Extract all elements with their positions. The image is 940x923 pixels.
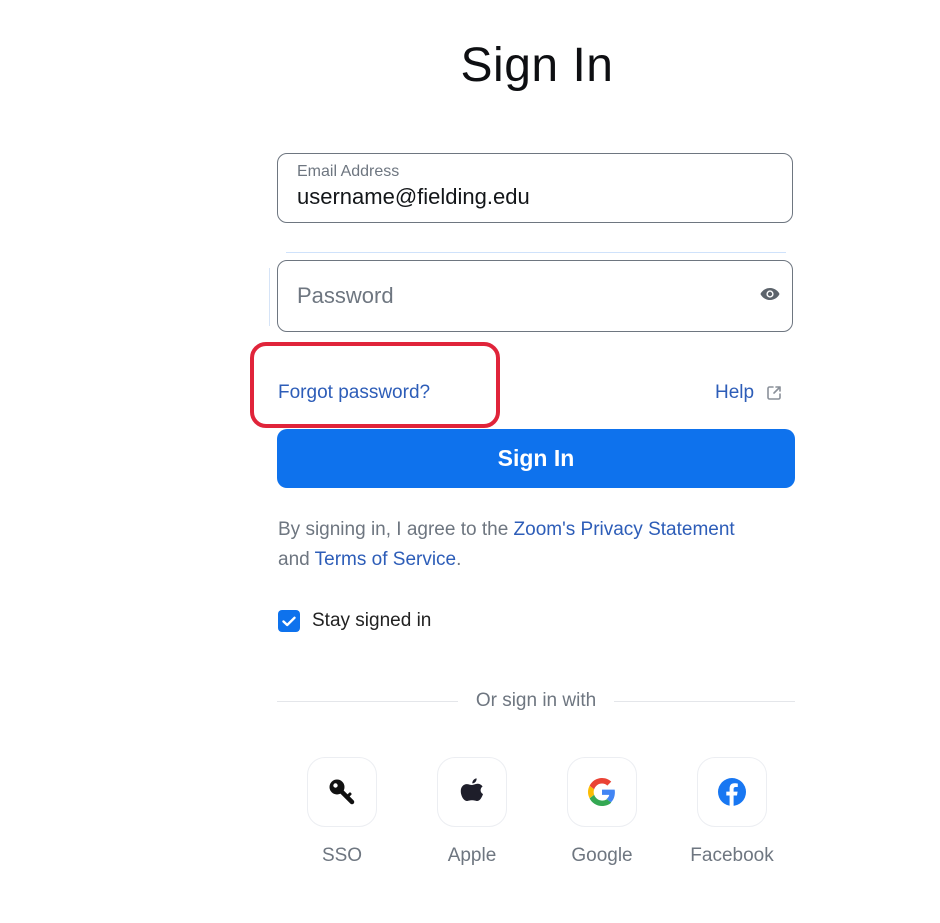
agreement-text: By signing in, I agree to the Zoom's Pri… bbox=[278, 515, 758, 575]
terms-of-service-link[interactable]: Terms of Service bbox=[315, 549, 456, 570]
google-label: Google bbox=[571, 845, 633, 866]
password-field[interactable] bbox=[277, 260, 793, 332]
stay-signed-in-checkbox[interactable] bbox=[278, 610, 300, 632]
divider-line-right bbox=[614, 700, 795, 702]
google-signin-button[interactable]: Google bbox=[537, 757, 667, 867]
email-field[interactable]: Email Address bbox=[277, 153, 793, 223]
focus-indicator-vline bbox=[269, 268, 270, 326]
help-link-label: Help bbox=[715, 382, 755, 403]
key-icon bbox=[329, 779, 355, 805]
password-input[interactable] bbox=[297, 283, 737, 309]
apple-icon-box[interactable] bbox=[437, 757, 507, 827]
checkmark-icon bbox=[282, 616, 296, 626]
sign-in-button[interactable]: Sign In bbox=[277, 429, 795, 488]
eye-icon[interactable] bbox=[760, 287, 780, 301]
external-link-icon bbox=[767, 386, 781, 400]
agreement-middle: and bbox=[278, 549, 315, 570]
google-icon-box[interactable] bbox=[567, 757, 637, 827]
apple-icon bbox=[460, 778, 483, 801]
facebook-icon bbox=[718, 778, 746, 806]
stay-signed-in-label: Stay signed in bbox=[312, 610, 432, 631]
agreement-suffix: . bbox=[456, 549, 462, 570]
focus-indicator-line bbox=[286, 252, 786, 253]
facebook-icon-box[interactable] bbox=[697, 757, 767, 827]
agreement-prefix: By signing in, I agree to the bbox=[278, 519, 514, 540]
page-title: Sign In bbox=[460, 39, 614, 92]
apple-signin-button[interactable]: Apple bbox=[407, 757, 537, 867]
email-field-label: Email Address bbox=[297, 163, 400, 180]
facebook-signin-button[interactable]: Facebook bbox=[667, 757, 797, 867]
alt-signin-providers: SSO Apple Google Facebook bbox=[277, 757, 807, 867]
sso-label: SSO bbox=[321, 845, 363, 866]
forgot-password-link[interactable]: Forgot password? bbox=[278, 382, 430, 404]
divider-text: Or sign in with bbox=[475, 690, 597, 711]
help-link[interactable]: Help bbox=[715, 382, 782, 404]
divider-line-left bbox=[277, 700, 458, 702]
privacy-statement-link[interactable]: Zoom's Privacy Statement bbox=[514, 519, 735, 540]
sso-icon-box[interactable] bbox=[307, 757, 377, 827]
email-input[interactable] bbox=[297, 184, 757, 210]
apple-label: Apple bbox=[447, 845, 497, 866]
sso-signin-button[interactable]: SSO bbox=[277, 757, 407, 867]
alt-signin-divider: Or sign in with bbox=[277, 690, 795, 712]
facebook-label: Facebook bbox=[690, 845, 774, 866]
google-icon bbox=[588, 778, 615, 806]
stay-signed-in-option[interactable]: Stay signed in bbox=[278, 610, 431, 632]
